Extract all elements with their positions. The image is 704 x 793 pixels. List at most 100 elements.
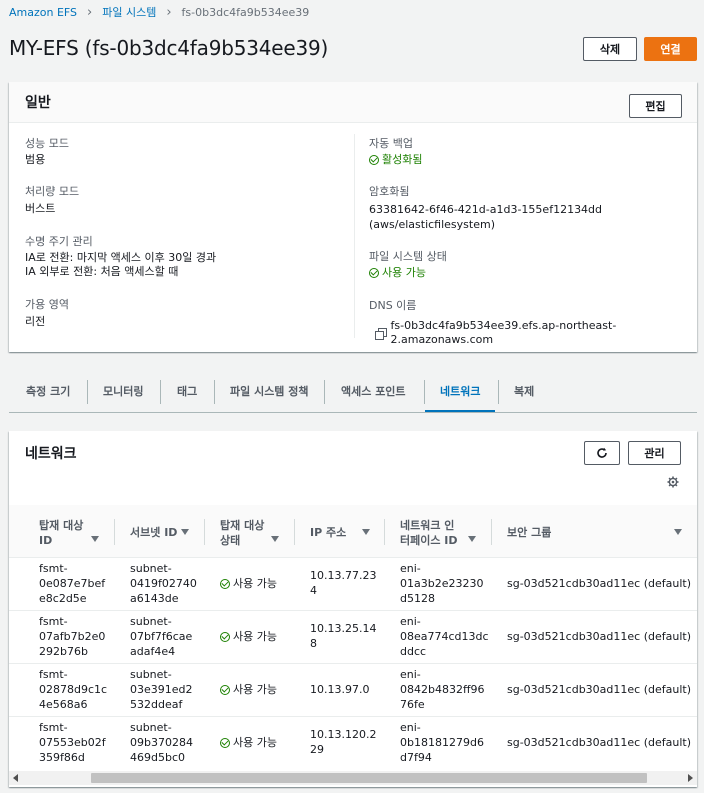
encryption-alias: (aws/elasticfilesystem): [369, 218, 495, 231]
delete-button[interactable]: 삭제: [583, 37, 637, 61]
col-mount-target-id[interactable]: 탑재 대상 ID: [39, 518, 83, 548]
col-subnet-id[interactable]: 서브넷 ID: [130, 525, 177, 540]
fs-state-value: 사용 가능: [382, 266, 426, 279]
mount-target-state: 사용 가능: [220, 629, 277, 644]
fs-state-label: 파일 시스템 상태: [369, 250, 447, 263]
tab-replication[interactable]: 복제: [514, 372, 534, 409]
general-panel: 일반 편집: [9, 82, 697, 352]
subnet-id[interactable]: subnet- 0419f02740 a6143de: [130, 561, 197, 606]
col-security-groups[interactable]: 보안 그룹: [507, 525, 551, 540]
security-group[interactable]: sg-03d521cdb30ad11ec (default): [507, 735, 691, 750]
tab-file-system-policy[interactable]: 파일 시스템 정책: [230, 372, 309, 409]
tab-network[interactable]: 네트워크: [425, 372, 496, 412]
check-circle-icon: [220, 578, 230, 589]
column-divider: [354, 134, 355, 338]
mount-target-id: fsmt- 02878d9c1c 4e568a6: [39, 668, 108, 711]
col-label: ID: [39, 534, 53, 547]
col-label: 상태: [220, 534, 241, 547]
col-label: 탑재 대상: [39, 519, 84, 532]
col-label: 탑재 대상: [220, 519, 265, 532]
encryption-key: 63381642-6f46-421d-a1d3-155ef12134dd: [369, 203, 603, 216]
sort-caret-icon[interactable]: [468, 536, 476, 542]
col-divider: [114, 519, 115, 545]
tab-metered-size[interactable]: 측정 크기: [26, 372, 70, 409]
col-label: 네트워크 인: [400, 519, 455, 532]
col-divider: [204, 519, 205, 545]
sort-caret-icon[interactable]: [362, 529, 370, 535]
sort-caret-icon[interactable]: [271, 536, 279, 542]
check-circle-icon: [369, 268, 379, 278]
manage-button[interactable]: 관리: [628, 441, 681, 465]
security-group[interactable]: sg-03d521cdb30ad11ec (default): [507, 576, 691, 591]
subnet-id[interactable]: subnet- 07bf7f6cae adaf4e4: [130, 614, 192, 659]
ip-address: 10.13.120.2 29: [310, 728, 377, 756]
dns-label: DNS 이름: [369, 299, 417, 312]
dns-value: fs-0b3dc4fa9b534ee39.efs.ap-northeast-2.…: [390, 319, 617, 346]
performance-mode-value: 범용: [25, 153, 46, 166]
network-interface-id[interactable]: eni- 0842b4832ff96 76fe: [400, 667, 485, 712]
col-ip-address[interactable]: IP 주소: [310, 525, 346, 540]
lifecycle-line-2: IA 외부로 전환: 처음 액세스할 때: [25, 265, 179, 278]
col-network-interface-id[interactable]: 네트워크 인 터페이스 ID: [400, 518, 458, 548]
tab-access-points[interactable]: 액세스 포인트: [341, 372, 406, 409]
scrollbar-thumb[interactable]: [91, 773, 647, 783]
refresh-icon: [597, 447, 607, 458]
network-panel: 네트워크 관리 탑재 대상 ID 서브넷 ID 탑재 대상 상태 IP 주소 네…: [9, 431, 697, 787]
col-divider: [384, 519, 385, 545]
lifecycle-line-1: IA로 전환: 마지막 액세스 이후 30일 경과: [25, 251, 217, 264]
dns-row: fs-0b3dc4fa9b534ee39.efs.ap-northeast-2.…: [375, 319, 704, 347]
tab-monitoring[interactable]: 모니터링: [103, 372, 143, 409]
breadcrumb: Amazon EFS › 파일 시스템 › fs-0b3dc4fa9b534ee…: [9, 4, 309, 20]
scroll-right-arrow-icon[interactable]: [688, 774, 693, 782]
sort-caret-icon[interactable]: [181, 529, 189, 535]
tab-tags[interactable]: 태그: [177, 372, 197, 409]
subnet-id[interactable]: subnet- 09b370284 469d5bc0: [130, 720, 193, 765]
edit-button[interactable]: 편집: [629, 94, 682, 118]
connect-button[interactable]: 연결: [644, 37, 697, 61]
sort-caret-icon[interactable]: [674, 529, 682, 535]
lifecycle-label: 수명 주기 관리: [25, 235, 93, 248]
network-interface-id[interactable]: eni- 0b18181279d6 d7f94: [400, 720, 484, 765]
tab-separator: [87, 380, 88, 404]
scroll-left-arrow-icon[interactable]: [13, 774, 18, 782]
throughput-mode-value: 버스트: [25, 202, 56, 215]
general-title: 일반: [25, 95, 51, 111]
copy-icon[interactable]: [375, 327, 387, 340]
mount-target-id: fsmt- 07afb7b2e0 292b76b: [39, 615, 106, 658]
table-row: fsmt- 07afb7b2e0 292b76b subnet- 07bf7f6cae…: [9, 611, 697, 664]
security-group[interactable]: sg-03d521cdb30ad11ec (default): [507, 682, 691, 697]
auto-backup-status: 활성화됨: [369, 153, 422, 167]
chevron-right-icon: ›: [87, 4, 93, 20]
tab-separator: [324, 380, 325, 404]
col-label: 서브넷 ID: [130, 526, 178, 539]
availability-label: 가용 영역: [25, 298, 69, 311]
performance-mode-label: 성능 모드: [25, 137, 69, 150]
breadcrumb-efs-link[interactable]: Amazon EFS: [9, 6, 77, 19]
check-circle-icon: [220, 684, 230, 695]
col-label: 보안 그룹: [507, 526, 552, 539]
network-interface-id[interactable]: eni- 08ea774cd13dc ddcc: [400, 614, 489, 659]
security-group[interactable]: sg-03d521cdb30ad11ec (default): [507, 629, 691, 644]
network-title: 네트워크: [25, 446, 77, 462]
subnet-id[interactable]: subnet- 03e391ed2 532ddeaf: [130, 667, 193, 712]
breadcrumb-current: fs-0b3dc4fa9b534ee39: [181, 5, 310, 19]
ip-address: 10.13.97.0: [310, 683, 370, 696]
auto-backup-label: 자동 백업: [369, 137, 413, 150]
refresh-button[interactable]: [584, 441, 620, 465]
mount-target-id: fsmt- 07553eb02f 359f86d: [39, 721, 106, 764]
network-interface-id[interactable]: eni- 01a3b2e23230 d5128: [400, 561, 483, 606]
sort-caret-icon[interactable]: [91, 536, 99, 542]
table-row: fsmt- 0e087e7bef e8c2d5e subnet- 0419f02740…: [9, 558, 697, 611]
tab-separator: [160, 380, 161, 404]
horizontal-scrollbar[interactable]: [9, 771, 697, 785]
col-mount-target-state[interactable]: 탑재 대상 상태: [220, 518, 264, 548]
detail-tabs: 측정 크기 모니터링 태그 파일 시스템 정책 액세스 포인트 네트워크 복제: [9, 372, 697, 413]
tab-separator: [214, 380, 215, 404]
mount-target-id: fsmt- 0e087e7bef e8c2d5e: [39, 562, 106, 605]
tab-separator: [498, 380, 499, 404]
table-row: fsmt- 02878d9c1c 4e568a6 subnet- 03e391ed2 5…: [9, 664, 697, 717]
table-header: 탑재 대상 ID 서브넷 ID 탑재 대상 상태 IP 주소 네트워크 인 터페…: [9, 505, 697, 558]
settings-gear-icon[interactable]: [667, 476, 679, 488]
auto-backup-value: 활성화됨: [382, 153, 423, 166]
breadcrumb-file-systems-link[interactable]: 파일 시스템: [102, 4, 156, 20]
